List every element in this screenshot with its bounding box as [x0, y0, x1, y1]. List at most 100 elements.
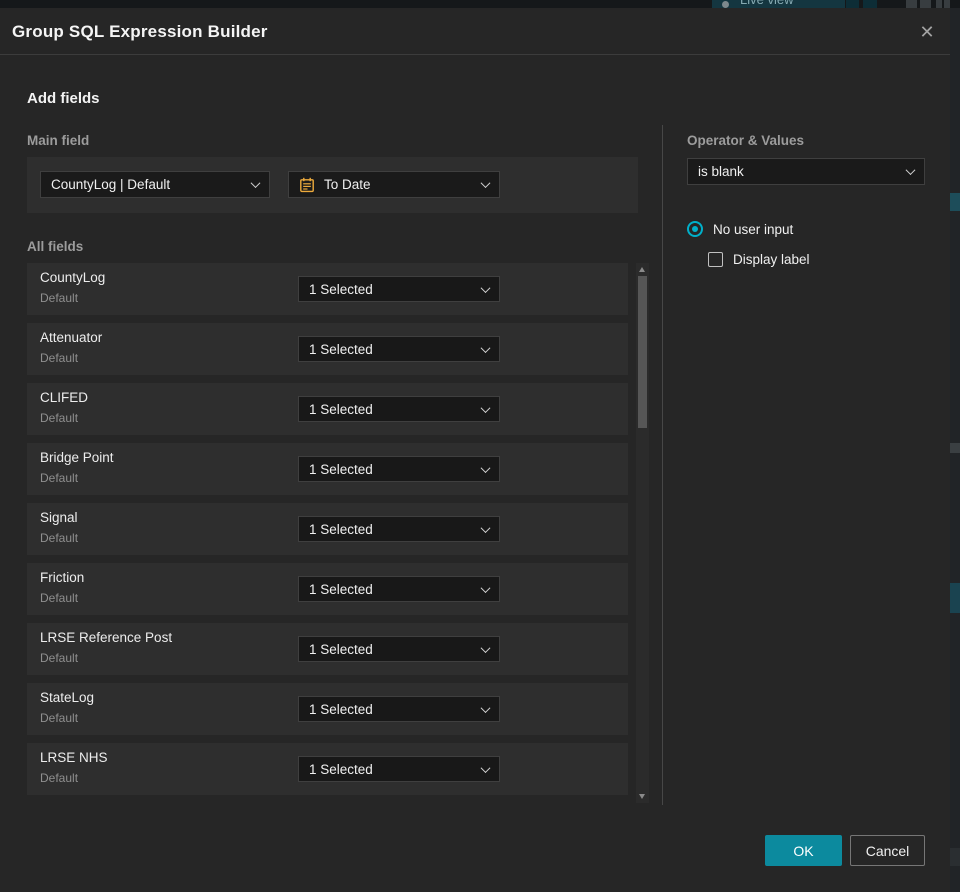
field-selected-dropdown[interactable]: 1 Selected	[298, 696, 500, 722]
field-selected-value: 1 Selected	[309, 641, 373, 657]
field-row: CountyLog Default 1 Selected	[27, 263, 628, 315]
field-sublabel: Default	[40, 531, 79, 545]
all-fields-label: All fields	[27, 239, 84, 254]
chevron-down-icon	[480, 342, 491, 353]
dialog-title: Group SQL Expression Builder	[12, 22, 268, 41]
field-selected-dropdown[interactable]: 1 Selected	[298, 516, 500, 542]
scroll-up-icon[interactable]	[639, 267, 645, 272]
group-sql-expression-builder-dialog: Group SQL Expression Builder ✕ Add field…	[0, 8, 950, 892]
field-selected-dropdown[interactable]: 1 Selected	[298, 456, 500, 482]
field-sublabel: Default	[40, 711, 79, 725]
main-field-select[interactable]: CountyLog | Default	[40, 171, 270, 198]
chevron-down-icon	[480, 402, 491, 413]
no-user-input-radio[interactable]: No user input	[687, 221, 793, 237]
radio-selected-icon	[687, 221, 703, 237]
main-field-date-select[interactable]: To Date	[288, 171, 500, 198]
chevron-down-icon	[480, 178, 491, 189]
field-sublabel: Default	[40, 651, 79, 665]
field-selected-value: 1 Selected	[309, 581, 373, 597]
live-view-toggle-dot	[722, 1, 729, 8]
field-row: StateLog Default 1 Selected	[27, 683, 628, 735]
field-sublabel: Default	[40, 591, 79, 605]
checkbox-unchecked-icon	[708, 252, 723, 267]
field-name: Bridge Point	[40, 450, 114, 465]
display-label-checkbox[interactable]: Display label	[708, 252, 810, 267]
chevron-down-icon	[480, 522, 491, 533]
scrollbar-thumb[interactable]	[638, 276, 647, 428]
live-view-label: Live view	[740, 0, 793, 7]
background-fragment	[950, 848, 960, 866]
field-name: CLIFED	[40, 390, 89, 405]
panel-divider	[662, 125, 663, 805]
ok-button[interactable]: OK	[765, 835, 842, 866]
background-fragment	[950, 443, 960, 453]
field-row: Signal Default 1 Selected	[27, 503, 628, 555]
chevron-down-icon	[480, 642, 491, 653]
field-selected-value: 1 Selected	[309, 461, 373, 477]
radio-label: No user input	[713, 221, 794, 237]
field-name: CountyLog	[40, 270, 106, 285]
field-sublabel: Default	[40, 471, 79, 485]
chevron-down-icon	[480, 462, 491, 473]
field-selected-value: 1 Selected	[309, 401, 373, 417]
field-selected-value: 1 Selected	[309, 521, 373, 537]
field-row: Friction Default 1 Selected	[27, 563, 628, 615]
field-name: Friction	[40, 570, 85, 585]
chevron-down-icon	[480, 282, 491, 293]
checkbox-label: Display label	[733, 252, 810, 267]
field-selected-dropdown[interactable]: 1 Selected	[298, 336, 500, 362]
main-field-date-value: To Date	[324, 177, 371, 192]
main-field-label: Main field	[27, 133, 90, 148]
live-view-toggle[interactable]: Live view	[712, 0, 845, 8]
toolbar-button-fragment	[863, 0, 877, 8]
calendar-icon	[300, 177, 314, 192]
field-row: LRSE Reference Post Default 1 Selected	[27, 623, 628, 675]
background-fragment	[950, 583, 960, 613]
background-app-strip-right	[950, 8, 960, 892]
field-selected-dropdown[interactable]: 1 Selected	[298, 396, 500, 422]
field-selected-value: 1 Selected	[309, 341, 373, 357]
background-fragment	[950, 193, 960, 211]
chevron-down-icon	[905, 165, 916, 176]
toolbar-button-fragment	[936, 0, 942, 8]
scroll-down-icon[interactable]	[639, 794, 645, 799]
cancel-button[interactable]: Cancel	[850, 835, 925, 866]
main-field-select-value: CountyLog | Default	[51, 177, 171, 192]
dialog-header: Group SQL Expression Builder ✕	[0, 8, 950, 55]
field-name: Signal	[40, 510, 78, 525]
operator-select[interactable]: is blank	[687, 158, 925, 185]
chevron-down-icon	[250, 178, 261, 189]
field-sublabel: Default	[40, 351, 79, 365]
field-selected-dropdown[interactable]: 1 Selected	[298, 576, 500, 602]
field-selected-value: 1 Selected	[309, 701, 373, 717]
toolbar-button-fragment	[846, 0, 859, 8]
field-selected-value: 1 Selected	[309, 281, 373, 297]
toolbar-button-fragment	[906, 0, 917, 8]
close-icon[interactable]: ✕	[912, 17, 942, 47]
field-row: LRSE NHS Default 1 Selected	[27, 743, 628, 795]
field-name: StateLog	[40, 690, 95, 705]
chevron-down-icon	[480, 762, 491, 773]
field-row: Attenuator Default 1 Selected	[27, 323, 628, 375]
field-name: LRSE NHS	[40, 750, 108, 765]
background-app-strip-top: Live view	[0, 0, 960, 8]
fields-list-scrollbar[interactable]	[636, 263, 649, 803]
operator-value: is blank	[698, 164, 744, 179]
field-sublabel: Default	[40, 411, 79, 425]
chevron-down-icon	[480, 582, 491, 593]
all-fields-list: CountyLog Default 1 Selected Attenuator …	[27, 263, 628, 803]
field-selected-dropdown[interactable]: 1 Selected	[298, 276, 500, 302]
field-sublabel: Default	[40, 771, 79, 785]
field-selected-dropdown[interactable]: 1 Selected	[298, 756, 500, 782]
field-selected-dropdown[interactable]: 1 Selected	[298, 636, 500, 662]
chevron-down-icon	[480, 702, 491, 713]
add-fields-heading: Add fields	[27, 90, 100, 107]
operator-values-label: Operator & Values	[687, 133, 805, 148]
toolbar-button-fragment	[944, 0, 950, 8]
field-row: Bridge Point Default 1 Selected	[27, 443, 628, 495]
toolbar-button-fragment	[920, 0, 931, 8]
field-selected-value: 1 Selected	[309, 761, 373, 777]
field-name: LRSE Reference Post	[40, 630, 173, 645]
field-name: Attenuator	[40, 330, 103, 345]
field-sublabel: Default	[40, 291, 79, 305]
